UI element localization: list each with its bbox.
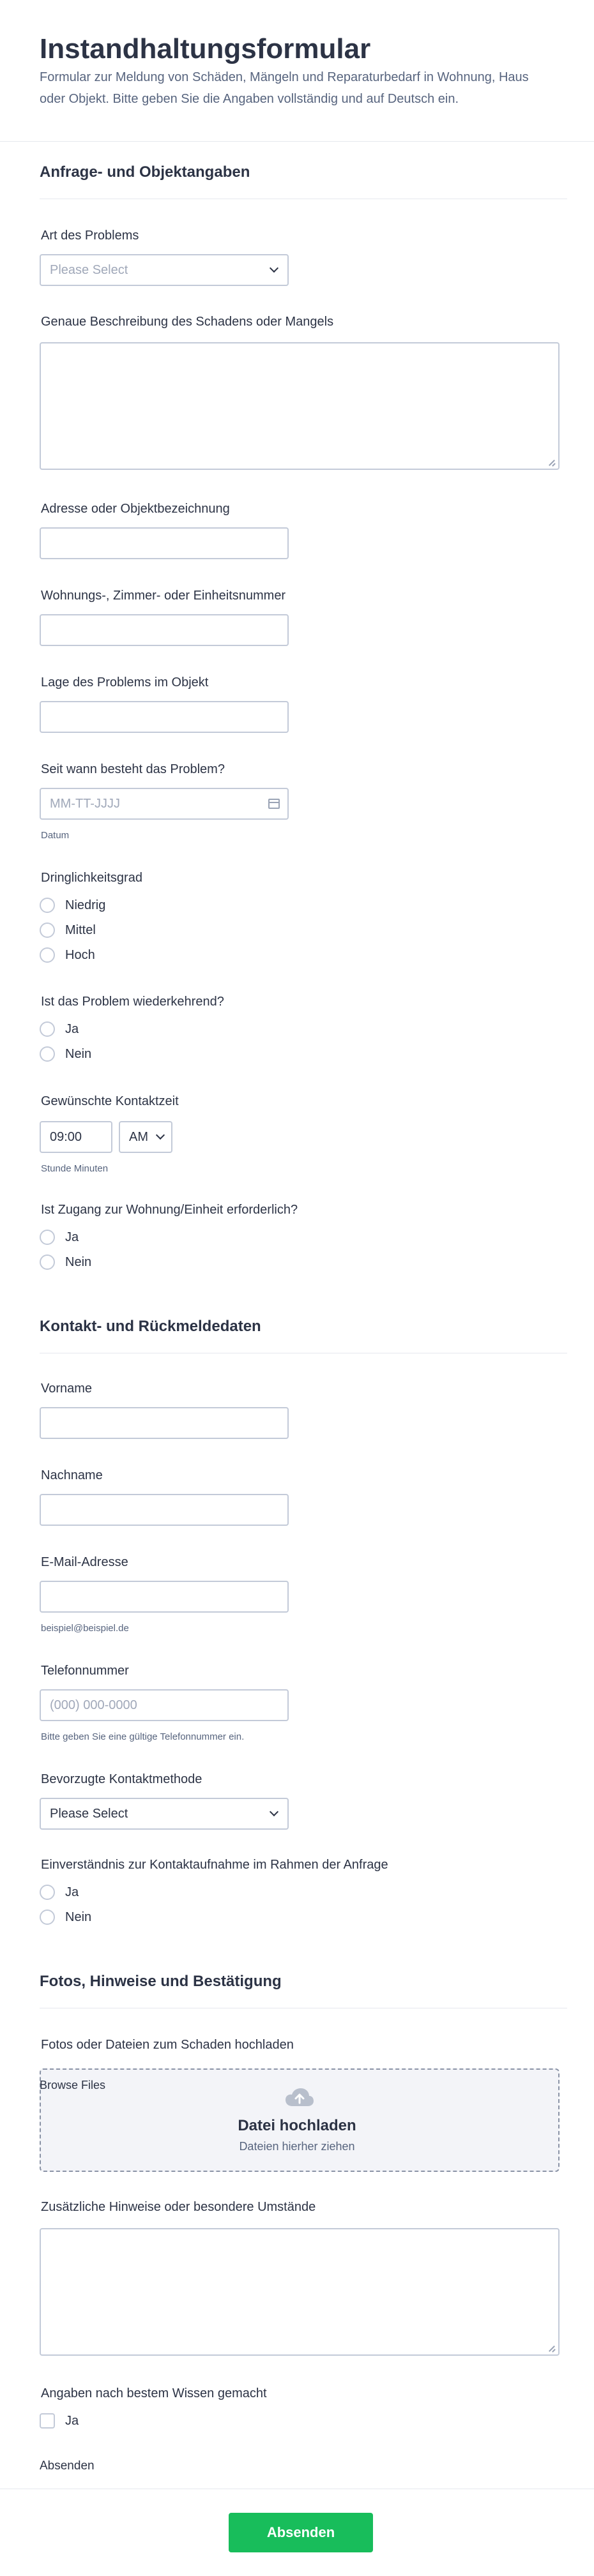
location-input[interactable] — [40, 701, 289, 733]
contact-time-sublabel: Stunde Minuten — [41, 1163, 109, 1174]
since-label: Seit wann besteht das Problem? — [41, 762, 225, 776]
radio-circle[interactable] — [40, 1885, 55, 1900]
radio-circle[interactable] — [40, 1254, 55, 1270]
email-sublabel: beispiel@beispiel.de — [41, 1623, 129, 1634]
select-value: Please Select — [50, 1806, 128, 1821]
form-title: Instandhaltungsformular — [40, 33, 371, 64]
form-page: Instandhaltungsformular Formular zur Mel… — [0, 0, 594, 2576]
notes-label: Zusätzliche Hinweise oder besondere Umst… — [41, 2200, 316, 2214]
radio-option-nein[interactable]: Nein — [40, 1253, 91, 1271]
phone-sublabel: Bitte geben Sie eine gültige Telefonnumm… — [41, 1731, 245, 1742]
radio-label: Mittel — [65, 923, 96, 937]
radio-label: Ja — [65, 1021, 79, 1036]
form-header: Instandhaltungsformular Formular zur Mel… — [0, 0, 594, 142]
upload-subtitle: Dateien hierher ziehen — [239, 2140, 355, 2153]
unit-label: Wohnungs-, Zimmer- oder Einheitsnummer — [41, 589, 286, 603]
address-label: Adresse oder Objektbezeichnung — [41, 502, 230, 516]
checkbox-option-ja[interactable]: Ja — [40, 2412, 79, 2430]
radio-option-mittel[interactable]: Mittel — [40, 921, 96, 939]
chevron-down-icon — [269, 1807, 279, 1817]
notes-textarea[interactable] — [40, 2228, 560, 2356]
checkbox[interactable] — [40, 2413, 55, 2429]
radio-option-ja[interactable]: Ja — [40, 1020, 79, 1038]
radio-circle[interactable] — [40, 1021, 55, 1037]
radio-label: Nein — [65, 1046, 92, 1061]
resize-grip-icon[interactable] — [548, 2344, 556, 2352]
section-heading-fotos: Fotos, Hinweise und Bestätigung — [40, 1973, 567, 2008]
description-label: Genaue Beschreibung des Schadens oder Ma… — [41, 315, 334, 329]
radio-label: Ja — [65, 1885, 79, 1899]
radio-label: Niedrig — [65, 898, 106, 912]
section-heading-anfrage: Anfrage- und Objektangaben — [40, 163, 567, 199]
radio-option-ja[interactable]: Ja — [40, 1883, 79, 1901]
radio-option-hoch[interactable]: Hoch — [40, 946, 95, 964]
radio-circle[interactable] — [40, 1230, 55, 1245]
form-description: Formular zur Meldung von Schäden, Mängel… — [40, 70, 529, 106]
consent-label: Einverständnis zur Kontaktaufnahme im Ra… — [41, 1858, 388, 1872]
confirm-label: Angaben nach bestem Wissen gemacht — [41, 2386, 267, 2400]
unit-input[interactable] — [40, 614, 289, 646]
section-title: Kontakt- und Rückmeldedaten — [40, 1318, 261, 1335]
radio-label: Ja — [65, 1230, 79, 1244]
time-value: 09:00 — [50, 1129, 82, 1144]
access-label: Ist Zugang zur Wohnung/Einheit erforderl… — [41, 1203, 298, 1217]
resize-grip-icon[interactable] — [548, 458, 556, 466]
radio-circle[interactable] — [40, 947, 55, 963]
select-value: Please Select — [50, 262, 128, 277]
lastname-input[interactable] — [40, 1494, 289, 1526]
urgency-label: Dringlichkeitsgrad — [41, 871, 142, 885]
ampm-select[interactable]: AM — [119, 1121, 172, 1153]
email-input[interactable] — [40, 1581, 289, 1613]
ampm-value: AM — [129, 1129, 148, 1144]
contact-time-label: Gewünschte Kontaktzeit — [41, 1094, 179, 1108]
recurring-label: Ist das Problem wiederkehrend? — [41, 995, 224, 1009]
browse-files-button[interactable]: Browse Files — [40, 2079, 105, 2092]
firstname-input[interactable] — [40, 1407, 289, 1439]
contact-method-select[interactable]: Please Select — [40, 1798, 289, 1830]
upload-label: Fotos oder Dateien zum Schaden hochladen — [41, 2038, 294, 2052]
section-title: Fotos, Hinweise und Bestätigung — [40, 1973, 282, 1990]
problem-type-select[interactable]: Please Select — [40, 254, 289, 286]
submit-button[interactable]: Absenden — [229, 2513, 373, 2552]
radio-circle[interactable] — [40, 1909, 55, 1925]
contact-method-label: Bevorzugte Kontaktmethode — [41, 1772, 202, 1786]
chevron-down-icon — [269, 263, 279, 273]
submit-label: Absenden — [40, 2459, 95, 2473]
phone-input[interactable] — [40, 1689, 289, 1721]
lastname-label: Nachname — [41, 1468, 103, 1482]
description-textarea[interactable] — [40, 342, 560, 470]
chevron-down-icon — [155, 1130, 165, 1140]
cloud-upload-icon — [286, 2088, 314, 2106]
since-date-input[interactable] — [40, 788, 289, 820]
calendar-icon[interactable] — [268, 799, 280, 809]
location-label: Lage des Problems im Objekt — [41, 675, 209, 689]
radio-option-nein[interactable]: Nein — [40, 1908, 91, 1926]
problem-type-label: Art des Problems — [41, 229, 139, 243]
upload-title: Datei hochladen — [238, 2117, 356, 2134]
radio-label: Nein — [65, 1909, 92, 1924]
radio-circle[interactable] — [40, 923, 55, 938]
time-input[interactable]: 09:00 — [40, 1121, 112, 1153]
section-heading-kontakt: Kontakt- und Rückmeldedaten — [40, 1318, 567, 1353]
radio-option-niedrig[interactable]: Niedrig — [40, 896, 105, 914]
radio-label: Nein — [65, 1254, 92, 1269]
checkbox-label: Ja — [65, 2413, 79, 2428]
radio-circle[interactable] — [40, 1046, 55, 1062]
address-input[interactable] — [40, 527, 289, 559]
radio-label: Hoch — [65, 947, 95, 962]
email-label: E-Mail-Adresse — [41, 1555, 128, 1569]
radio-circle[interactable] — [40, 898, 55, 913]
radio-option-ja[interactable]: Ja — [40, 1228, 79, 1246]
firstname-label: Vorname — [41, 1382, 93, 1396]
phone-label: Telefonnummer — [41, 1664, 129, 1678]
section-title: Anfrage- und Objektangaben — [40, 163, 250, 181]
since-sublabel: Datum — [41, 830, 70, 841]
radio-option-nein[interactable]: Nein — [40, 1045, 91, 1063]
